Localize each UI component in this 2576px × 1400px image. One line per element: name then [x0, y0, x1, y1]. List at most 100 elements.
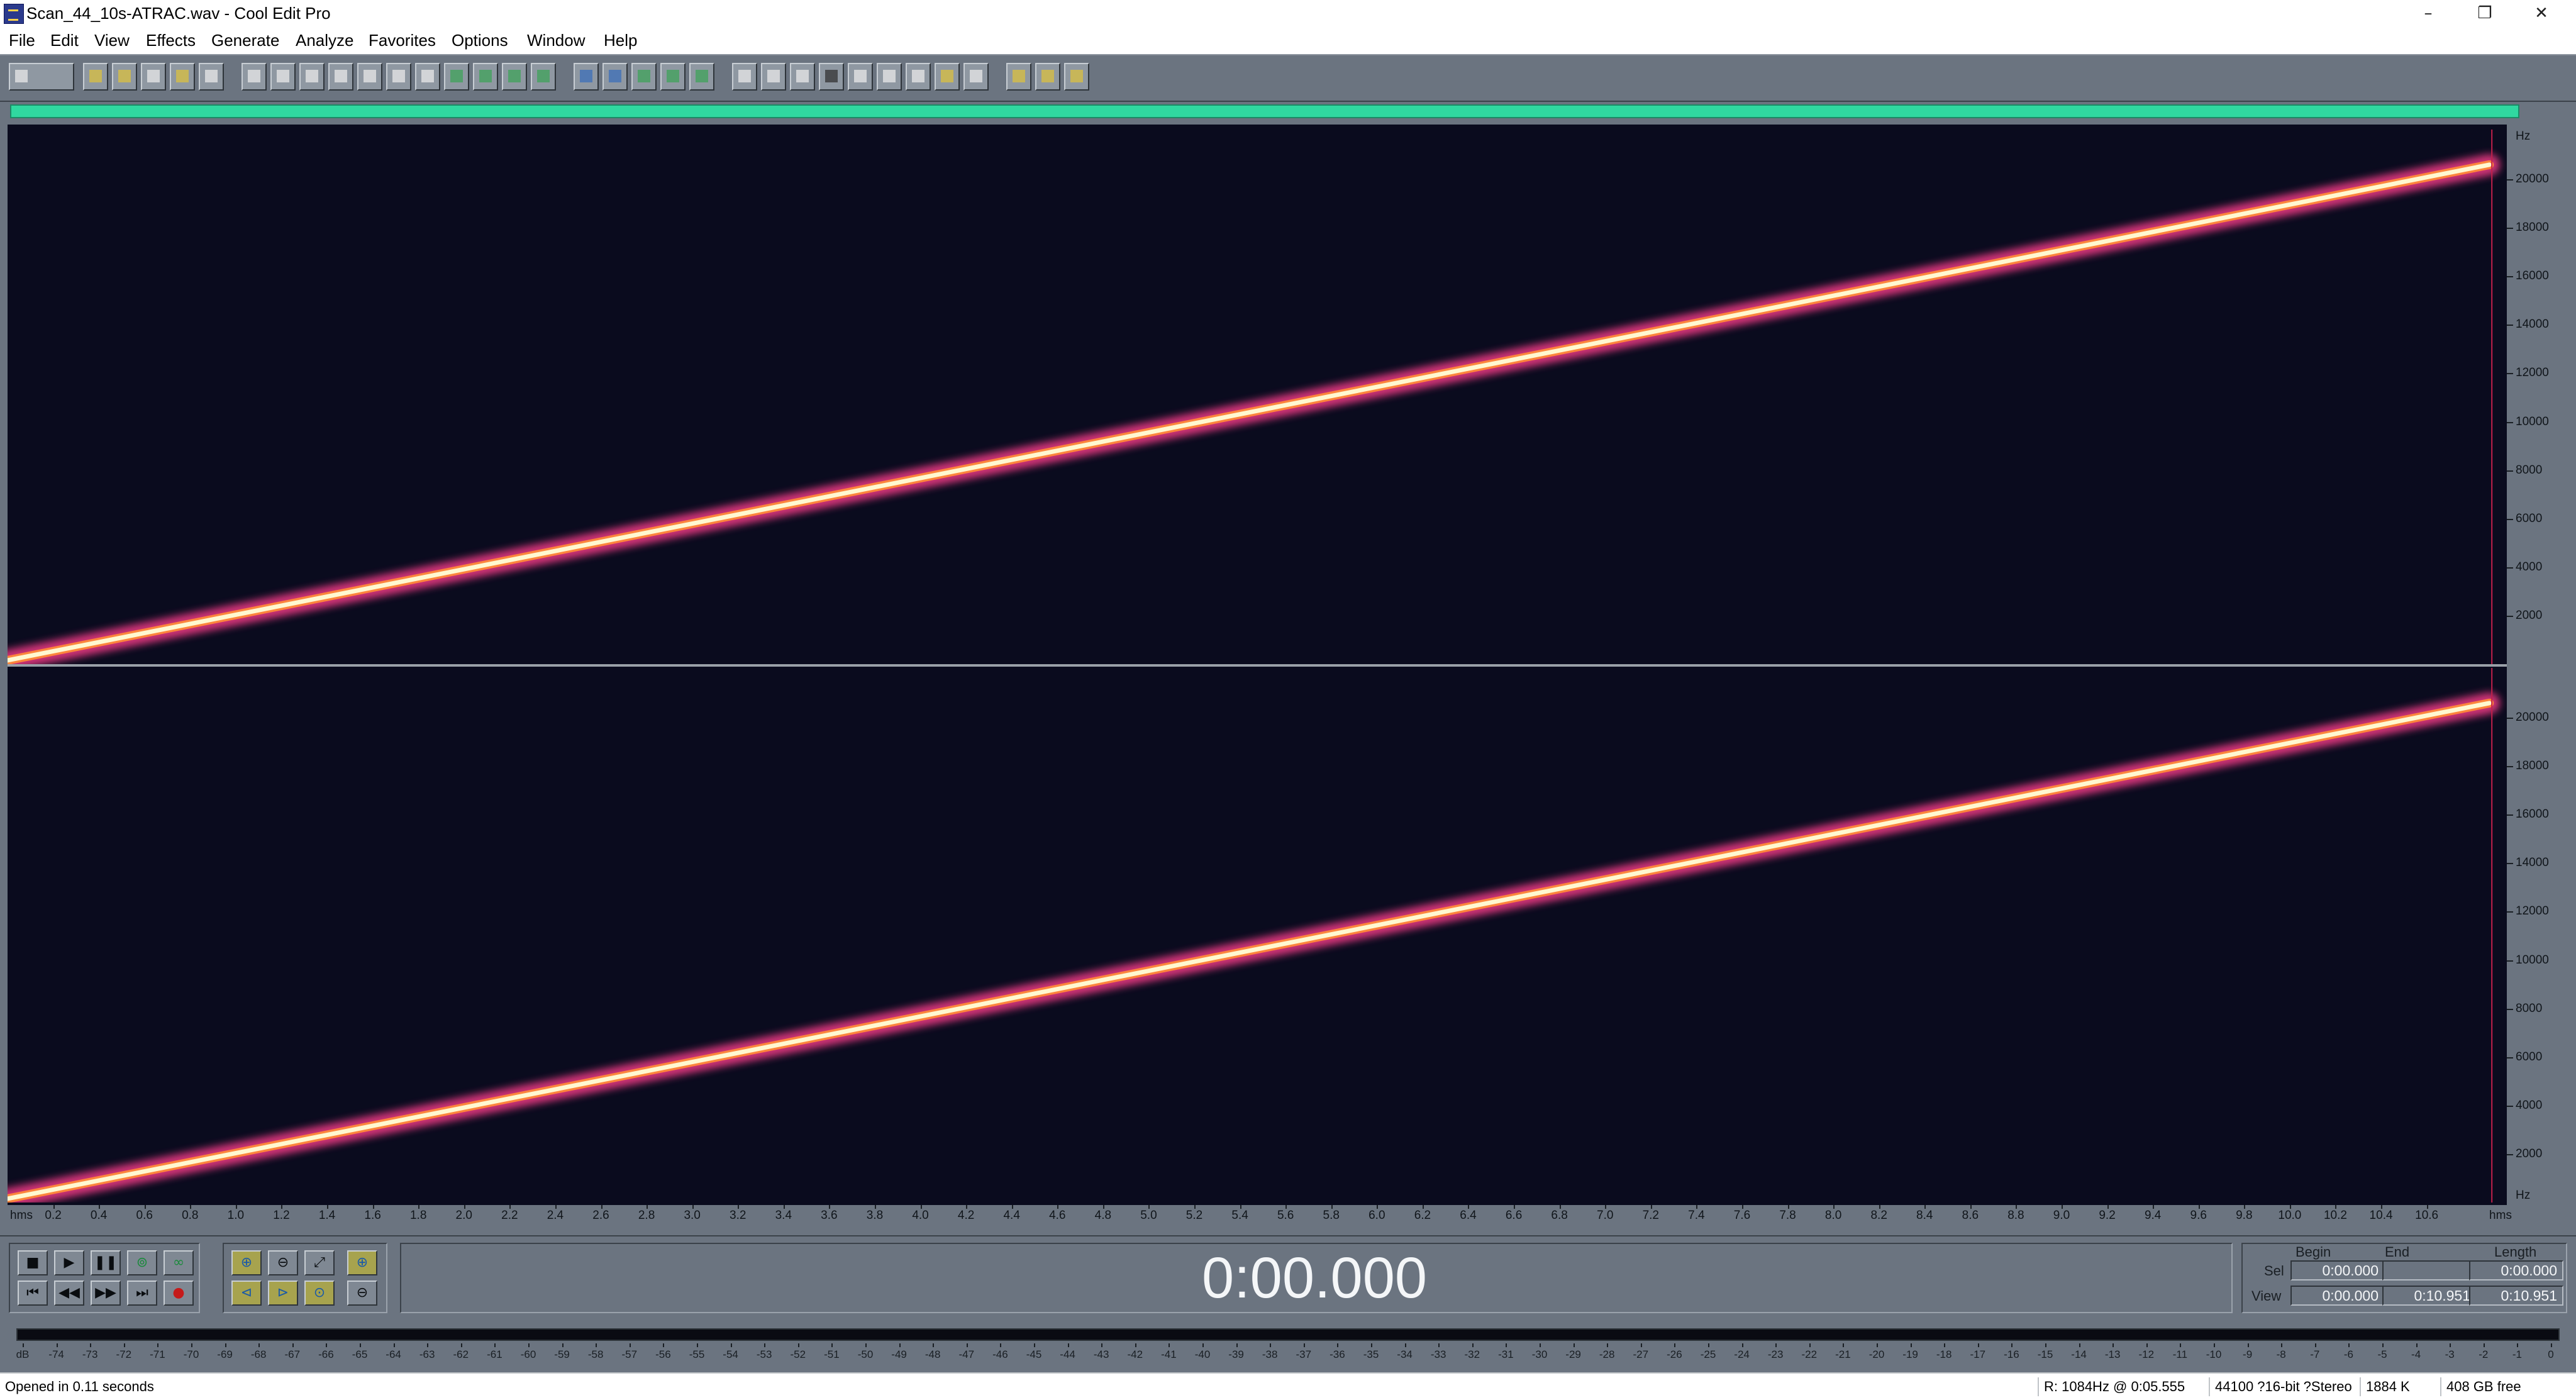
status-free-space: 408 GB free: [2440, 1377, 2526, 1396]
meter-label: -64: [386, 1348, 401, 1360]
zoom-right-button[interactable]: ⊳: [268, 1281, 298, 1306]
minimize-button[interactable]: –: [2400, 0, 2457, 26]
waveform-view-button[interactable]: [574, 63, 599, 91]
menu-effects[interactable]: Effects: [146, 29, 196, 52]
help-button[interactable]: [1064, 63, 1089, 91]
go-to-end-button[interactable]: ⏭: [127, 1281, 157, 1306]
settings-2-button[interactable]: [906, 63, 931, 91]
spectral-view-button[interactable]: [602, 63, 628, 91]
save-as-button[interactable]: [170, 63, 195, 91]
view-length-field[interactable]: 0:10.951: [2469, 1286, 2563, 1306]
menu-analyze[interactable]: Analyze: [296, 29, 354, 52]
time-label: 1.2: [273, 1209, 290, 1222]
menu-window[interactable]: Window: [527, 29, 585, 52]
play-preview-button[interactable]: [819, 63, 844, 91]
fast-forward-button[interactable]: ▶▶: [91, 1281, 121, 1306]
record-button[interactable]: ●: [164, 1281, 194, 1306]
menu-view[interactable]: View: [94, 29, 130, 52]
meter-label: -9: [2243, 1348, 2253, 1360]
meter-label: -14: [2071, 1348, 2087, 1360]
meter-tick: [2450, 1343, 2451, 1347]
app-icon[interactable]: [4, 4, 24, 24]
time-label: 10.2: [2323, 1209, 2347, 1222]
zoom-left-button[interactable]: ⊲: [231, 1281, 262, 1306]
menu-options[interactable]: Options: [452, 29, 508, 52]
view-begin-field[interactable]: 0:00.000: [2290, 1286, 2385, 1306]
play-button[interactable]: ▶: [54, 1250, 84, 1275]
hz-tick: [2507, 1153, 2513, 1155]
device-button[interactable]: [1035, 63, 1060, 91]
redo-button[interactable]: [270, 63, 296, 91]
close-file-button[interactable]: [199, 63, 224, 91]
frame-1-button[interactable]: [732, 63, 757, 91]
meter-label: -37: [1296, 1348, 1312, 1360]
cut-button[interactable]: [386, 63, 411, 91]
menu-edit[interactable]: Edit: [50, 29, 79, 52]
meter-tick: [1809, 1343, 1811, 1347]
settings-1-button[interactable]: [877, 63, 902, 91]
sel-length-field[interactable]: 0:00.000: [2469, 1260, 2563, 1281]
meter-label: -67: [284, 1348, 301, 1360]
save-button[interactable]: [141, 63, 166, 91]
spectral-display[interactable]: [8, 125, 2507, 1205]
copy-button[interactable]: [328, 63, 353, 91]
grid-1-button[interactable]: [631, 63, 657, 91]
grid-2-button[interactable]: [660, 63, 686, 91]
stop-button[interactable]: ■: [18, 1250, 48, 1275]
rewind-button[interactable]: ◀◀: [54, 1281, 84, 1306]
clipboard-button[interactable]: [502, 63, 527, 91]
view-label: View: [2251, 1288, 2282, 1304]
zoom-selection-button[interactable]: ⊙: [304, 1281, 335, 1306]
zoom-in-horizontal-button[interactable]: ⊕: [231, 1250, 262, 1275]
time-label: 1.8: [409, 1209, 427, 1222]
zoom-out-vertical-button[interactable]: ⊖: [347, 1281, 377, 1306]
time-label: 4.6: [1049, 1209, 1066, 1222]
go-to-start-button[interactable]: ⏮: [18, 1281, 48, 1306]
analyze-button[interactable]: [848, 63, 873, 91]
new-file-button[interactable]: [83, 63, 108, 91]
meter-label: -45: [1026, 1348, 1042, 1360]
menu-generate[interactable]: Generate: [211, 29, 279, 52]
view-end-field[interactable]: 0:10.951: [2382, 1286, 2477, 1306]
window-button[interactable]: [963, 63, 989, 91]
toggle-view-button[interactable]: [9, 63, 74, 91]
paste-button[interactable]: [357, 63, 382, 91]
frequency-scale-bottom: Hz 20000 18000 16000 14000 12000 10000 8000 600…: [2507, 668, 2549, 1203]
play-to-end-button[interactable]: ⊚: [127, 1250, 157, 1275]
menu-favorites[interactable]: Favorites: [369, 29, 436, 52]
grid-3-button[interactable]: [689, 63, 714, 91]
paste-new-button[interactable]: [473, 63, 498, 91]
mix-paste-button[interactable]: [444, 63, 469, 91]
meter-label: -15: [2037, 1348, 2053, 1360]
trim-button[interactable]: [415, 63, 440, 91]
zoom-in-vertical-button[interactable]: ⊕: [347, 1250, 377, 1275]
options-button[interactable]: [1006, 63, 1031, 91]
meter-label: 0: [2548, 1348, 2554, 1360]
open-file-button[interactable]: [112, 63, 137, 91]
zoom-out-horizontal-button[interactable]: ⊖: [268, 1250, 298, 1275]
meter-tick: [562, 1343, 564, 1347]
frame-2-button[interactable]: [761, 63, 786, 91]
overview-bar[interactable]: [10, 104, 2519, 118]
meter-tick: [2416, 1343, 2418, 1347]
sel-end-field[interactable]: [2382, 1260, 2477, 1281]
hz-label: 12000: [2516, 904, 2549, 918]
loop-button[interactable]: ∞: [164, 1250, 194, 1275]
sel-begin-field[interactable]: 0:00.000: [2290, 1260, 2385, 1281]
frame-3-button[interactable]: [790, 63, 815, 91]
menu-file[interactable]: File: [9, 29, 35, 52]
undo-button[interactable]: [242, 63, 267, 91]
left-channel-spectrogram[interactable]: [8, 130, 2507, 664]
restore-button[interactable]: ❐: [2457, 0, 2513, 26]
meter-tick: [2551, 1343, 2552, 1347]
pause-button[interactable]: ❚❚: [91, 1250, 121, 1275]
zoom-full-button[interactable]: ⤢: [304, 1250, 335, 1275]
meter-tick: [1472, 1343, 1474, 1347]
right-channel-spectrogram[interactable]: [8, 668, 2507, 1203]
menu-help[interactable]: Help: [604, 29, 637, 52]
stats-button[interactable]: [935, 63, 960, 91]
close-button[interactable]: ✕: [2513, 0, 2570, 26]
repeat-button[interactable]: [299, 63, 325, 91]
clipboard-2-button[interactable]: [531, 63, 556, 91]
time-label: 0.4: [90, 1209, 108, 1222]
